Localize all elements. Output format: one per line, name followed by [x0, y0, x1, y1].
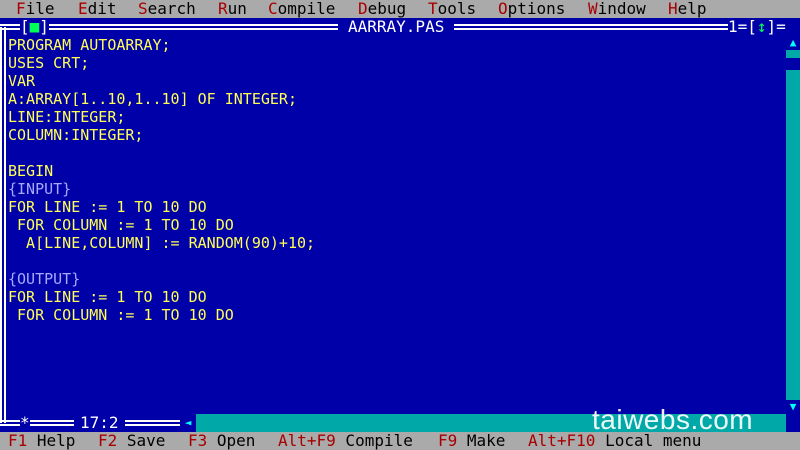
code-line[interactable]: A[LINE,COLUMN] := RANDOM(90)+10; — [8, 234, 784, 252]
vertical-scroll-thumb[interactable] — [786, 58, 800, 70]
left-arrow-icon[interactable]: ◄ — [180, 414, 196, 432]
status-open[interactable]: F3 Open — [188, 432, 255, 450]
code-line[interactable]: FOR COLUMN := 1 TO 10 DO — [8, 306, 784, 324]
status-make[interactable]: F9 Make — [438, 432, 505, 450]
window-number-zoom[interactable]: 1=[↕]= — [728, 18, 786, 36]
menu-search[interactable]: Search — [138, 0, 196, 18]
code-line[interactable]: FOR LINE := 1 TO 10 DO — [8, 198, 784, 216]
menu-help[interactable]: Help — [668, 0, 707, 18]
code-line[interactable]: BEGIN — [8, 162, 784, 180]
up-arrow-icon[interactable]: ▲ — [786, 36, 800, 50]
code-line[interactable] — [8, 252, 784, 270]
status-compile[interactable]: Alt+F9 Compile — [278, 432, 413, 450]
status-local-menu[interactable]: Alt+F10 Local menu — [528, 432, 701, 450]
menu-file[interactable]: File — [16, 0, 55, 18]
menu-compile[interactable]: Compile — [268, 0, 335, 18]
code-line[interactable]: LINE:INTEGER; — [8, 108, 784, 126]
status-save[interactable]: F2 Save — [98, 432, 165, 450]
down-arrow-icon[interactable]: ▼ — [786, 400, 800, 414]
code-line[interactable]: FOR LINE := 1 TO 10 DO — [8, 288, 784, 306]
code-comment-line[interactable]: {INPUT} — [8, 180, 784, 198]
code-line[interactable]: COLUMN:INTEGER; — [8, 126, 784, 144]
window-frame-left — [0, 27, 6, 423]
menu-run[interactable]: Run — [218, 0, 247, 18]
code-line[interactable]: USES CRT; — [8, 54, 784, 72]
menu-debug[interactable]: Debug — [358, 0, 406, 18]
code-line[interactable]: FOR COLUMN := 1 TO 10 DO — [8, 216, 784, 234]
code-line[interactable]: PROGRAM AUTOARRAY; — [8, 36, 784, 54]
code-line[interactable]: A:ARRAY[1..10,1..10] OF INTEGER; — [8, 90, 784, 108]
modified-indicator: * — [20, 413, 30, 432]
code-line[interactable] — [8, 144, 784, 162]
window-title: AARRAY.PAS — [338, 18, 455, 36]
code-line[interactable]: VAR — [8, 72, 784, 90]
code-comment-line[interactable]: {OUTPUT} — [8, 270, 784, 288]
cursor-position: 17:2 — [74, 414, 125, 432]
turbo-pascal-ide: File Edit Search Run Compile Debug Tools… — [0, 0, 800, 450]
code-editor[interactable]: PROGRAM AUTOARRAY; USES CRT; VAR A:ARRAY[1.… — [8, 36, 784, 408]
vertical-scrollbar[interactable]: ▲ ▼ — [786, 36, 800, 414]
menu-options[interactable]: Options — [498, 0, 565, 18]
menu-window[interactable]: Window — [588, 0, 646, 18]
status-help[interactable]: F1 Help — [8, 432, 75, 450]
close-icon: ■ — [29, 17, 40, 36]
menu-bar: File Edit Search Run Compile Debug Tools… — [0, 0, 800, 18]
menu-tools[interactable]: Tools — [428, 0, 476, 18]
close-button[interactable]: [■] — [20, 18, 49, 36]
zoom-icon: ↕ — [756, 17, 767, 36]
status-bar: F1 Help F2 Save F3 Open Alt+F9 Compile F… — [0, 432, 800, 450]
menu-edit[interactable]: Edit — [78, 0, 117, 18]
